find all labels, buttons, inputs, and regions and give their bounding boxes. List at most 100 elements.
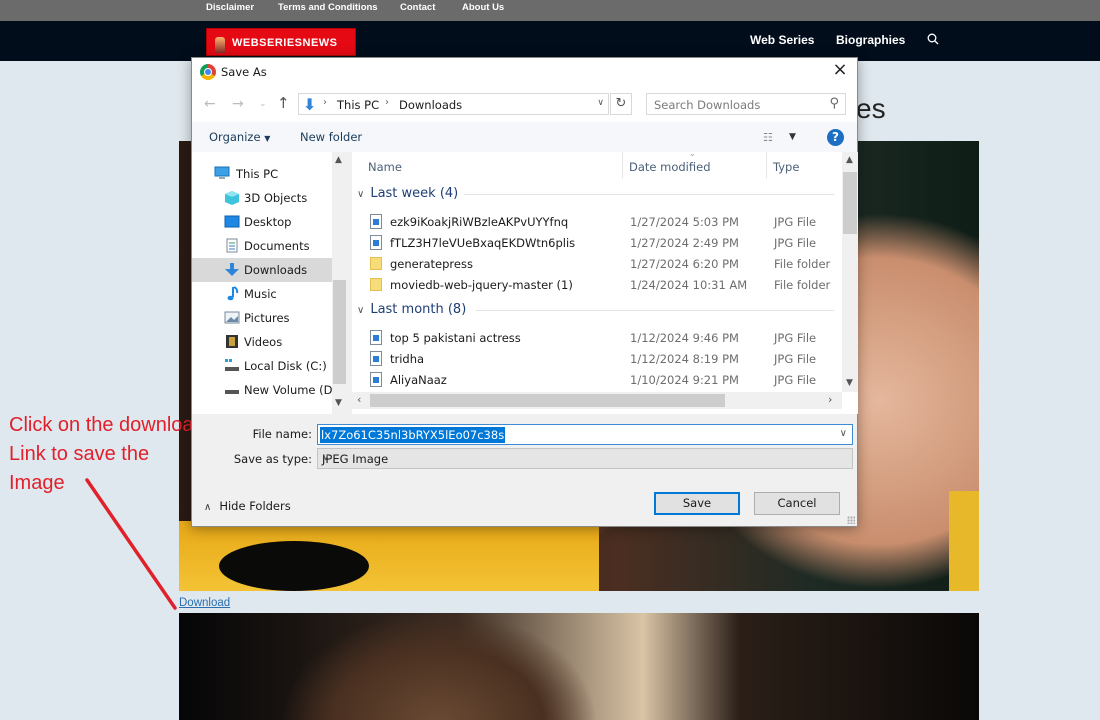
- jpg-file-icon: [370, 351, 382, 366]
- file-name-label: File name:: [252, 427, 312, 441]
- jpg-file-icon: [370, 214, 382, 229]
- up-arrow-icon[interactable]: ↑: [277, 94, 290, 112]
- cube-icon: [225, 191, 239, 205]
- file-row[interactable]: fTLZ3H7leVUeBxaqEKDWtn6plis 1/27/2024 2:4…: [352, 232, 832, 253]
- file-row[interactable]: generatepress 1/27/2024 6:20 PM File folde…: [352, 253, 832, 274]
- computer-icon: [214, 166, 230, 179]
- file-name-value: lx7Zo61C35nl3bRYX5lEo07c38s: [320, 427, 506, 443]
- chevron-up-icon: ∧: [204, 502, 212, 513]
- top-link-terms[interactable]: Terms and Conditions: [278, 2, 378, 13]
- logo-icon: [215, 37, 225, 53]
- nav-item-local-disk-c[interactable]: Local Disk (C:): [192, 354, 332, 378]
- forward-arrow-icon[interactable]: →: [232, 96, 244, 112]
- scroll-down-icon[interactable]: ▼: [846, 378, 853, 388]
- top-link-disclaimer[interactable]: Disclaimer: [206, 2, 254, 13]
- save-button[interactable]: Save: [654, 492, 740, 515]
- save-as-dialog: Save As × ← → ⌄ ↑ ⬇ › This PC › Download…: [191, 57, 858, 527]
- top-link-about[interactable]: About Us: [462, 2, 504, 13]
- column-header-date-modified[interactable]: Date modified ⌄: [623, 149, 766, 178]
- help-icon[interactable]: ?: [827, 129, 844, 146]
- chrome-icon: [200, 64, 216, 80]
- file-name-input[interactable]: lx7Zo61C35nl3bRYX5lEo07c38s ∨: [317, 424, 853, 445]
- scrollbar-thumb[interactable]: [370, 394, 725, 407]
- nav-item-3d-objects[interactable]: 3D Objects: [192, 186, 332, 210]
- chevron-down-icon: ∨: [322, 452, 330, 463]
- file-list-pane: Name Date modified ⌄ Type ∨ Last week (4) …: [352, 149, 858, 414]
- nav-item-videos[interactable]: Videos: [192, 330, 332, 354]
- file-row[interactable]: ezk9iKoakjRiWBzleAKPvUYYfnq 1/27/2024 5:0…: [352, 211, 832, 232]
- breadcrumb-downloads[interactable]: Downloads: [399, 98, 462, 112]
- refresh-icon[interactable]: ↻: [610, 93, 632, 115]
- nav-pane-scrollbar[interactable]: ▲ ▼: [332, 152, 347, 414]
- music-note-icon: [227, 286, 239, 301]
- nav-item-downloads[interactable]: Downloads: [192, 258, 332, 282]
- file-row[interactable]: moviedb-web-jquery-master (1) 1/24/2024 1…: [352, 274, 832, 295]
- cancel-button[interactable]: Cancel: [754, 492, 840, 515]
- search-icon[interactable]: [927, 33, 939, 45]
- sort-indicator-icon: ⌄: [689, 149, 696, 158]
- column-header-type[interactable]: Type: [767, 152, 842, 178]
- view-options-icon[interactable]: ☷: [763, 131, 773, 144]
- group-header-last-month[interactable]: ∨ Last month (8): [357, 302, 466, 317]
- file-row[interactable]: top 5 pakistani actress 1/12/2024 9:46 PM…: [352, 327, 832, 348]
- nav-biographies[interactable]: Biographies: [836, 33, 905, 47]
- resize-grip-icon[interactable]: [847, 516, 855, 524]
- column-header-name[interactable]: Name: [352, 152, 622, 178]
- jpg-file-icon: [370, 330, 382, 345]
- file-list-horizontal-scrollbar[interactable]: ‹ ›: [352, 392, 842, 409]
- top-bar: Disclaimer Terms and Conditions Contact …: [0, 0, 1100, 21]
- download-icon: [225, 263, 239, 276]
- group-header-last-week[interactable]: ∨ Last week (4): [357, 186, 458, 201]
- chevron-down-icon[interactable]: ∨: [597, 98, 604, 108]
- caret-down-icon: ▼: [264, 134, 271, 143]
- scroll-down-icon[interactable]: ▼: [335, 398, 342, 408]
- nav-item-documents[interactable]: Documents: [192, 234, 332, 258]
- scrollbar-thumb[interactable]: [333, 280, 346, 384]
- film-icon: [226, 335, 238, 348]
- breadcrumb-separator-icon: ›: [323, 97, 327, 108]
- save-as-type-label: Save as type:: [233, 452, 312, 466]
- scroll-up-icon[interactable]: ▲: [846, 155, 853, 165]
- downloads-arrow-icon: ⬇: [303, 95, 317, 114]
- dialog-titlebar[interactable]: Save As ×: [192, 58, 857, 86]
- nav-item-this-pc[interactable]: This PC: [192, 162, 332, 186]
- nav-item-desktop[interactable]: Desktop: [192, 210, 332, 234]
- save-as-type-select[interactable]: JPEG Image ∨: [317, 448, 853, 469]
- search-downloads-input[interactable]: Search Downloads ⚲: [646, 93, 846, 115]
- breadcrumb-this-pc[interactable]: This PC: [337, 98, 379, 112]
- breadcrumb-separator-icon: ›: [385, 97, 389, 108]
- chevron-down-icon[interactable]: ∨: [840, 428, 847, 439]
- nav-item-new-volume-d[interactable]: New Volume (D:): [192, 378, 341, 402]
- drive-icon: [225, 359, 239, 371]
- drive-icon: [225, 390, 239, 394]
- jpg-file-icon: [370, 235, 382, 250]
- scroll-up-icon[interactable]: ▲: [335, 155, 342, 165]
- download-link[interactable]: Download: [179, 597, 230, 609]
- document-icon: [226, 238, 238, 253]
- navigation-pane: This PC 3D Objects Desktop Documents Dow…: [192, 152, 347, 414]
- new-folder-button[interactable]: New folder: [300, 130, 362, 144]
- folder-icon: [370, 278, 382, 291]
- scroll-right-icon[interactable]: ›: [828, 393, 832, 406]
- site-logo[interactable]: WEBSERIESNEWS: [206, 28, 356, 56]
- file-list-vertical-scrollbar[interactable]: ▲ ▼: [842, 152, 858, 392]
- nav-item-music[interactable]: Music: [192, 282, 332, 306]
- back-arrow-icon[interactable]: ←: [204, 96, 216, 112]
- caret-down-icon[interactable]: ▼: [789, 132, 796, 142]
- address-bar[interactable]: ⬇ › This PC › Downloads ∨: [298, 93, 609, 115]
- folder-icon: [370, 257, 382, 270]
- organize-button[interactable]: Organize ▼: [209, 130, 270, 144]
- file-row[interactable]: tridha 1/12/2024 8:19 PM JPG File: [352, 348, 832, 369]
- nav-web-series[interactable]: Web Series: [750, 33, 814, 47]
- file-row[interactable]: AliyaNaaz 1/10/2024 9:21 PM JPG File: [352, 369, 832, 389]
- navigation-row: ← → ⌄ ↑ ⬇ › This PC › Downloads ∨ ↻ Sear…: [192, 86, 857, 122]
- top-link-contact[interactable]: Contact: [400, 2, 435, 13]
- scrollbar-thumb[interactable]: [843, 172, 857, 234]
- close-icon[interactable]: ×: [831, 61, 849, 80]
- scroll-left-icon[interactable]: ‹: [357, 393, 361, 406]
- recent-locations-chevron-icon[interactable]: ⌄: [259, 99, 267, 109]
- hide-folders-button[interactable]: ∧ Hide Folders: [204, 499, 291, 513]
- article-image-2: [179, 613, 979, 720]
- nav-item-pictures[interactable]: Pictures: [192, 306, 332, 330]
- page-title: es: [856, 93, 886, 124]
